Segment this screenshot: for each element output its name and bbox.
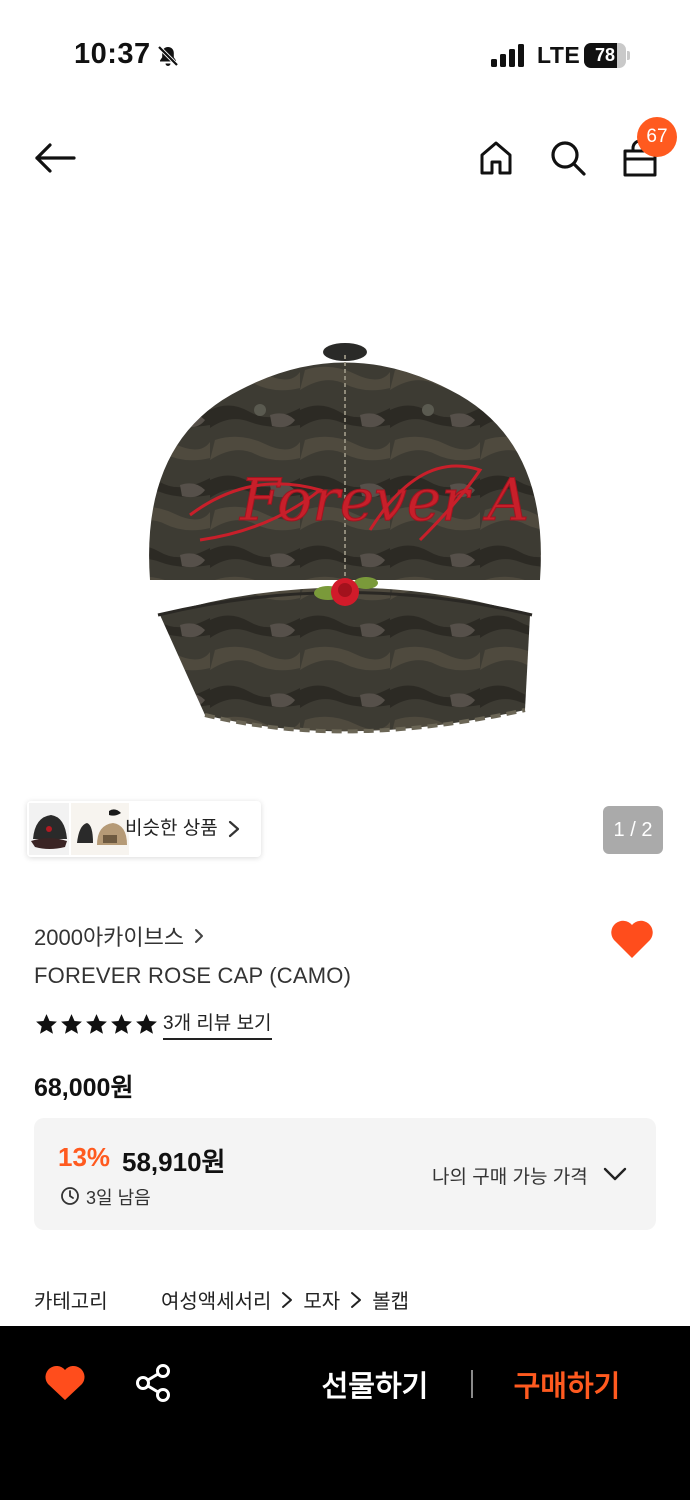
chevron-right-icon bbox=[282, 1291, 293, 1308]
star-icon bbox=[86, 1013, 107, 1034]
search-icon bbox=[551, 141, 586, 176]
brand-name: 2000아카이브스 bbox=[34, 925, 185, 950]
cellular-signal-icon bbox=[491, 44, 524, 67]
back-button[interactable] bbox=[31, 134, 79, 182]
network-type: LTE bbox=[537, 42, 581, 68]
sale-price: 58,910원 bbox=[122, 1147, 226, 1177]
discount-rate: 13% bbox=[58, 1142, 111, 1172]
heart-icon[interactable] bbox=[44, 1364, 86, 1402]
battery-level: 78 bbox=[594, 45, 616, 65]
original-price: 68,000원 bbox=[34, 1074, 134, 1102]
category-crumb-2[interactable]: 모자 bbox=[303, 1285, 340, 1314]
battery-indicator: 78 bbox=[584, 43, 630, 68]
product-image[interactable]: Forever A bbox=[120, 330, 570, 750]
product-name: FOREVER ROSE CAP (CAMO) bbox=[34, 963, 352, 988]
similar-product-thumbnail bbox=[29, 803, 69, 855]
cart-count-badge: 67 bbox=[637, 117, 677, 157]
chevron-right-icon bbox=[351, 1291, 362, 1308]
star-icon bbox=[111, 1013, 132, 1034]
star-icon bbox=[36, 1013, 57, 1034]
search-button[interactable] bbox=[544, 134, 592, 182]
rating-row: 3개 리뷰 보기 bbox=[34, 1008, 272, 1040]
time-left: 3일 남음 bbox=[86, 1188, 151, 1208]
review-link[interactable]: 3개 리뷰 보기 bbox=[163, 1008, 272, 1040]
brand-link[interactable]: 2000아카이브스 bbox=[34, 920, 204, 952]
home-button[interactable] bbox=[472, 134, 520, 182]
category-crumb-1[interactable]: 여성액세서리 bbox=[161, 1285, 271, 1314]
star-icon bbox=[61, 1013, 82, 1034]
category-row: 카테고리 여성액세서리 모자 볼캡 bbox=[34, 1285, 409, 1314]
category-crumb-3[interactable]: 볼캡 bbox=[372, 1285, 409, 1314]
similar-products-button[interactable]: 비슷한 상품 bbox=[27, 801, 261, 857]
chevron-right-icon bbox=[228, 820, 240, 838]
arrow-left-icon bbox=[35, 143, 76, 173]
chevron-right-icon bbox=[195, 929, 204, 943]
my-price-label: 나의 구매 가능 가격 bbox=[432, 1167, 588, 1188]
cap-embroidery-text: Forever A bbox=[239, 466, 529, 534]
wishlist-heart-button[interactable] bbox=[609, 918, 655, 960]
similar-product-thumbnail bbox=[71, 803, 129, 855]
discount-price-box[interactable]: 13% 58,910원 3일 남음 나의 구매 가능 가격 bbox=[34, 1118, 656, 1230]
chevron-down-icon bbox=[603, 1167, 627, 1181]
bottom-action-bar: 선물하기 구매하기 bbox=[0, 1326, 690, 1500]
top-navigation bbox=[0, 110, 690, 210]
gift-button[interactable]: 선물하기 bbox=[300, 1354, 450, 1414]
similar-products-label: 비슷한 상품 bbox=[125, 818, 218, 839]
status-time: 10:37 bbox=[74, 38, 151, 70]
divider bbox=[471, 1370, 473, 1398]
image-page-indicator: 1 / 2 bbox=[603, 806, 663, 854]
category-label: 카테고리 bbox=[34, 1291, 108, 1313]
buy-button[interactable]: 구매하기 bbox=[492, 1354, 642, 1414]
bell-muted-icon bbox=[157, 45, 179, 67]
status-bar: 10:37 LTE 78 bbox=[0, 0, 690, 110]
share-icon[interactable] bbox=[134, 1363, 172, 1403]
star-icon bbox=[136, 1013, 157, 1034]
home-icon bbox=[480, 141, 512, 175]
clock-icon bbox=[61, 1187, 79, 1205]
